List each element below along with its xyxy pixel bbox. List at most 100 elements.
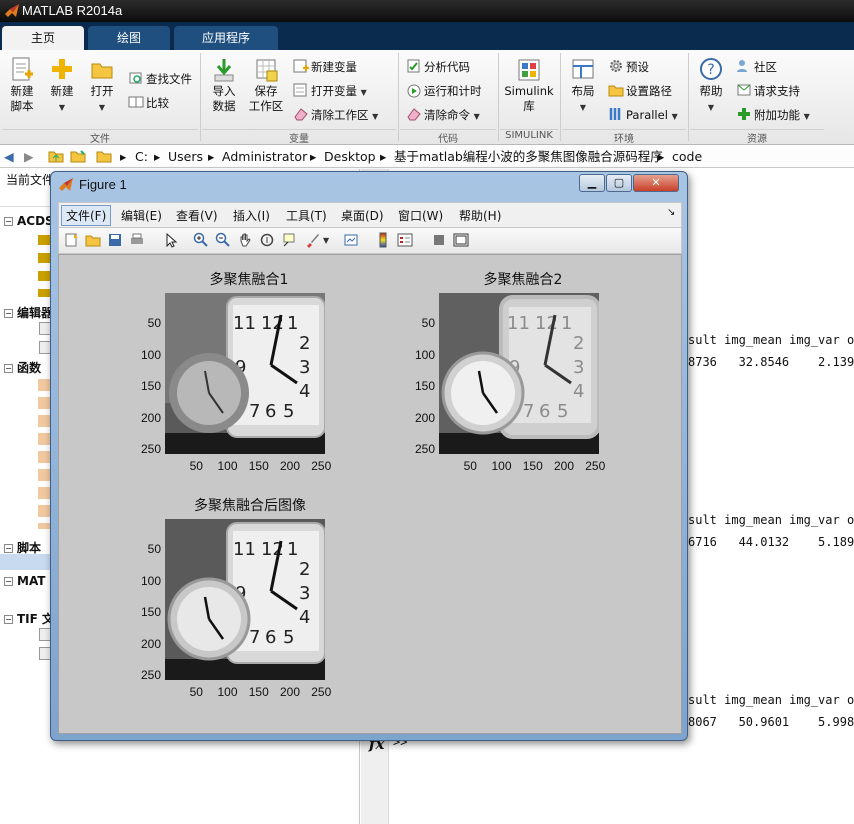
save-workspace-button[interactable]: 保存 工作区 xyxy=(246,56,286,114)
path-part[interactable]: Administrator xyxy=(222,146,307,168)
x-tick-label: 50 xyxy=(189,459,203,473)
menu-dock-arrow-icon[interactable]: ↘ xyxy=(667,207,675,218)
analyze-code-button[interactable]: 分析代码 xyxy=(406,58,470,75)
compare-label: 比较 xyxy=(146,96,169,110)
simulink-label: Simulink 库 xyxy=(504,84,554,113)
import-data-button[interactable]: 导入 数据 xyxy=(206,56,242,114)
up-folder-icon[interactable] xyxy=(48,146,64,168)
tab-home[interactable]: 主页 xyxy=(2,26,84,50)
new-script-label: 新建 脚本 xyxy=(10,84,34,113)
x-tick-label: 150 xyxy=(248,685,269,699)
menu-tools[interactable]: 工具(T) xyxy=(286,207,327,224)
selected-file-row[interactable] xyxy=(0,554,50,570)
edit-plot-arrow-icon[interactable] xyxy=(163,232,179,248)
request-support-button[interactable]: 请求支持 xyxy=(736,82,800,99)
addons-button[interactable]: 附加功能 ▼ xyxy=(736,106,810,125)
path-part[interactable]: 基于matlab编程小波的多聚焦图像融合源码程序 xyxy=(394,146,663,168)
browse-folder-icon[interactable] xyxy=(70,146,86,168)
path-separator-icon: ▸ xyxy=(658,149,665,164)
maximize-button[interactable]: ▢ xyxy=(606,174,632,192)
new-label: 新建 xyxy=(50,84,74,98)
chevron-down-icon[interactable]: ▼ xyxy=(323,236,329,245)
axes-image-2[interactable]: 11121 234 5679 xyxy=(439,293,599,454)
forward-arrow-icon[interactable]: ▶ xyxy=(24,146,34,168)
svg-text:1: 1 xyxy=(561,313,572,334)
help-icon: ? xyxy=(700,58,722,80)
tab-apps[interactable]: 应用程序 xyxy=(174,26,278,50)
figure-toolbar: ▼ xyxy=(58,227,682,254)
zoom-out-icon[interactable] xyxy=(215,232,231,248)
svg-text:6: 6 xyxy=(265,627,276,648)
parallel-button[interactable]: Parallel ▼ xyxy=(608,106,678,125)
ribbon-tab-row: 主页 绘图 应用程序 xyxy=(0,22,854,50)
tab-plots[interactable]: 绘图 xyxy=(88,26,170,50)
run-and-time-button[interactable]: 运行和计时 xyxy=(406,82,482,99)
set-path-button[interactable]: 设置路径 xyxy=(608,82,672,99)
menu-insert[interactable]: 插入(I) xyxy=(233,207,270,224)
legend-icon[interactable] xyxy=(397,232,413,248)
svg-text:1: 1 xyxy=(287,539,298,560)
simulink-library-button[interactable]: Simulink 库 xyxy=(504,56,554,114)
rotate-3d-icon[interactable] xyxy=(259,232,275,248)
community-button[interactable]: 社区 xyxy=(736,58,777,75)
show-plot-tools-icon[interactable] xyxy=(453,232,469,248)
y-tick-label: 200 xyxy=(140,410,161,425)
clear-commands-button[interactable]: 清除命令 ▼ xyxy=(406,106,480,125)
compare-button[interactable]: 比较 xyxy=(128,94,169,111)
y-tick-label: 250 xyxy=(140,442,161,457)
output-header: sult img_mean img_var ou xyxy=(688,513,854,527)
path-part[interactable]: Desktop xyxy=(324,146,376,168)
brush-icon[interactable] xyxy=(305,232,321,248)
section-header[interactable]: − 函数 xyxy=(4,359,41,376)
open-file-icon[interactable] xyxy=(85,232,101,248)
new-button[interactable]: 新建 ▼ xyxy=(44,56,80,115)
data-cursor-icon[interactable] xyxy=(281,232,297,248)
zoom-in-icon[interactable] xyxy=(193,232,209,248)
back-arrow-icon[interactable]: ◀ xyxy=(4,146,14,168)
file-icon[interactable] xyxy=(38,235,50,297)
layout-button[interactable]: 布局 ▼ xyxy=(566,56,600,115)
pan-hand-icon[interactable] xyxy=(237,232,253,248)
find-files-button[interactable]: 查找文件 xyxy=(128,70,192,87)
x-tick-label: 200 xyxy=(279,459,301,473)
open-button[interactable]: 打开 ▼ xyxy=(84,56,120,115)
section-header[interactable]: − ACDS xyxy=(4,214,54,228)
open-variable-button[interactable]: 打开变量 ▼ xyxy=(293,82,367,101)
path-part[interactable]: Users xyxy=(168,146,203,168)
path-part[interactable]: C: xyxy=(135,146,148,168)
function-file-icon[interactable] xyxy=(38,379,50,529)
colorbar-icon[interactable] xyxy=(375,232,391,248)
link-plot-icon[interactable] xyxy=(343,232,359,248)
path-part[interactable]: code xyxy=(672,146,702,168)
save-icon[interactable] xyxy=(107,232,123,248)
y-tick-label: 150 xyxy=(140,379,161,394)
new-variable-button[interactable]: 新建变量 xyxy=(293,58,357,75)
section-header[interactable]: − 编辑器 xyxy=(4,304,53,321)
clear-workspace-button[interactable]: 清除工作区 ▼ xyxy=(293,106,378,125)
help-button[interactable]: ? 帮助 ▼ xyxy=(694,56,728,115)
menu-help[interactable]: 帮助(H) xyxy=(459,207,501,224)
menu-desktop[interactable]: 桌面(D) xyxy=(341,207,384,224)
folder-icon xyxy=(96,146,112,168)
menu-view[interactable]: 查看(V) xyxy=(176,207,218,224)
svg-text:?: ? xyxy=(707,62,714,78)
axes-image-1[interactable]: 11 12 1 234 5679 xyxy=(165,293,325,454)
layout-label: 布局 xyxy=(571,84,595,98)
axes-image-fused[interactable]: 11121 234 5679 xyxy=(165,519,325,680)
section-header[interactable]: − TIF 文 xyxy=(4,610,54,627)
new-figure-icon[interactable] xyxy=(63,232,79,248)
print-icon[interactable] xyxy=(129,232,145,248)
menu-file[interactable]: 文件(F) xyxy=(61,205,112,226)
svg-text:11: 11 xyxy=(507,313,530,334)
menu-window[interactable]: 窗口(W) xyxy=(398,207,443,224)
minimize-button[interactable]: ▁ xyxy=(579,174,605,192)
new-script-button[interactable]: 新建 脚本 xyxy=(4,56,40,114)
section-header[interactable]: − MAT xyxy=(4,574,45,588)
clock-photo-image: 11121 234 5679 xyxy=(165,519,325,680)
figure-title: Figure 1 xyxy=(79,177,127,192)
preferences-button[interactable]: 预设 xyxy=(608,58,649,75)
svg-text:5: 5 xyxy=(283,627,294,648)
hide-plot-tools-icon[interactable] xyxy=(431,232,447,248)
menu-edit[interactable]: 编辑(E) xyxy=(121,207,162,224)
close-button[interactable]: ✕ xyxy=(633,174,679,192)
